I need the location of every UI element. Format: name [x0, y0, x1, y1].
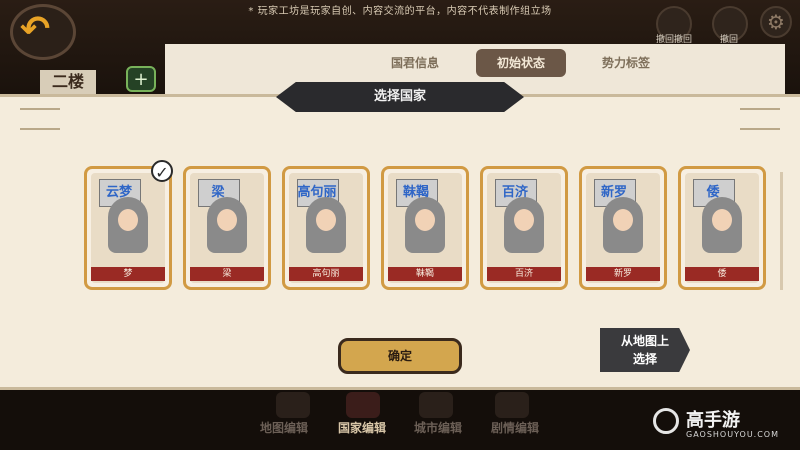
- country-name: 梦: [91, 267, 165, 281]
- nav-city-edit[interactable]: 城市编辑: [398, 419, 478, 436]
- scroll-edge: [780, 172, 783, 290]
- story-edit-icon: [495, 392, 529, 418]
- face-icon: [415, 209, 435, 231]
- map-edit-icon: [276, 392, 310, 418]
- nav-nation-edit[interactable]: 国家编辑: [322, 419, 402, 436]
- tab-ruler-info[interactable]: 国君信息: [370, 49, 460, 77]
- faction-tab[interactable]: 二楼: [40, 70, 96, 94]
- face-icon: [217, 209, 237, 231]
- country-card[interactable]: 梁 梁: [183, 166, 271, 290]
- confirm-button[interactable]: 确定: [338, 338, 462, 374]
- undo-label: 撤回: [719, 35, 738, 45]
- select-from-map-label: 从地图上 选择: [620, 334, 669, 366]
- face-icon: [712, 209, 732, 231]
- country-card[interactable]: 云梦 梦: [84, 166, 172, 290]
- country-card[interactable]: 靺鞨 靺鞨: [381, 166, 469, 290]
- watermark-sub: GAOSHOUYOU.COM: [686, 430, 780, 439]
- panel-decoration-left: [20, 108, 60, 130]
- add-button[interactable]: +: [126, 66, 156, 92]
- gear-icon[interactable]: ⚙: [760, 6, 792, 38]
- country-card[interactable]: 新罗 新罗: [579, 166, 667, 290]
- country-name: 新罗: [586, 267, 660, 281]
- country-card[interactable]: 高句丽 高句丽: [282, 166, 370, 290]
- logo-icon: [653, 408, 679, 434]
- tab-faction-tags[interactable]: 势力标签: [581, 49, 671, 77]
- watermark-name: 高手游: [686, 410, 740, 431]
- undo-all-label: 撤回撤回: [655, 35, 692, 45]
- country-name: 梁: [190, 267, 264, 281]
- back-arrow-icon: ↶: [20, 9, 51, 50]
- city-edit-icon: [419, 392, 453, 418]
- country-name: 百济: [487, 267, 561, 281]
- face-icon: [118, 209, 138, 231]
- panel-title: 选择国家: [276, 82, 524, 112]
- tab-initial-state[interactable]: 初始状态: [476, 49, 566, 77]
- country-card[interactable]: 百济 百济: [480, 166, 568, 290]
- nation-edit-icon: [346, 392, 380, 418]
- country-card[interactable]: 倭 倭: [678, 166, 766, 290]
- face-icon: [514, 209, 534, 231]
- check-icon: ✓: [151, 160, 173, 182]
- country-name: 倭: [685, 267, 759, 281]
- nav-story-edit[interactable]: 剧情编辑: [475, 419, 555, 436]
- country-name: 靺鞨: [388, 267, 462, 281]
- nav-map-edit[interactable]: 地图编辑: [244, 419, 324, 436]
- select-from-map-button[interactable]: 从地图上 选择: [600, 328, 690, 372]
- panel-decoration-right: [740, 108, 780, 130]
- face-icon: [613, 209, 633, 231]
- country-name: 高句丽: [289, 267, 363, 281]
- face-icon: [316, 209, 336, 231]
